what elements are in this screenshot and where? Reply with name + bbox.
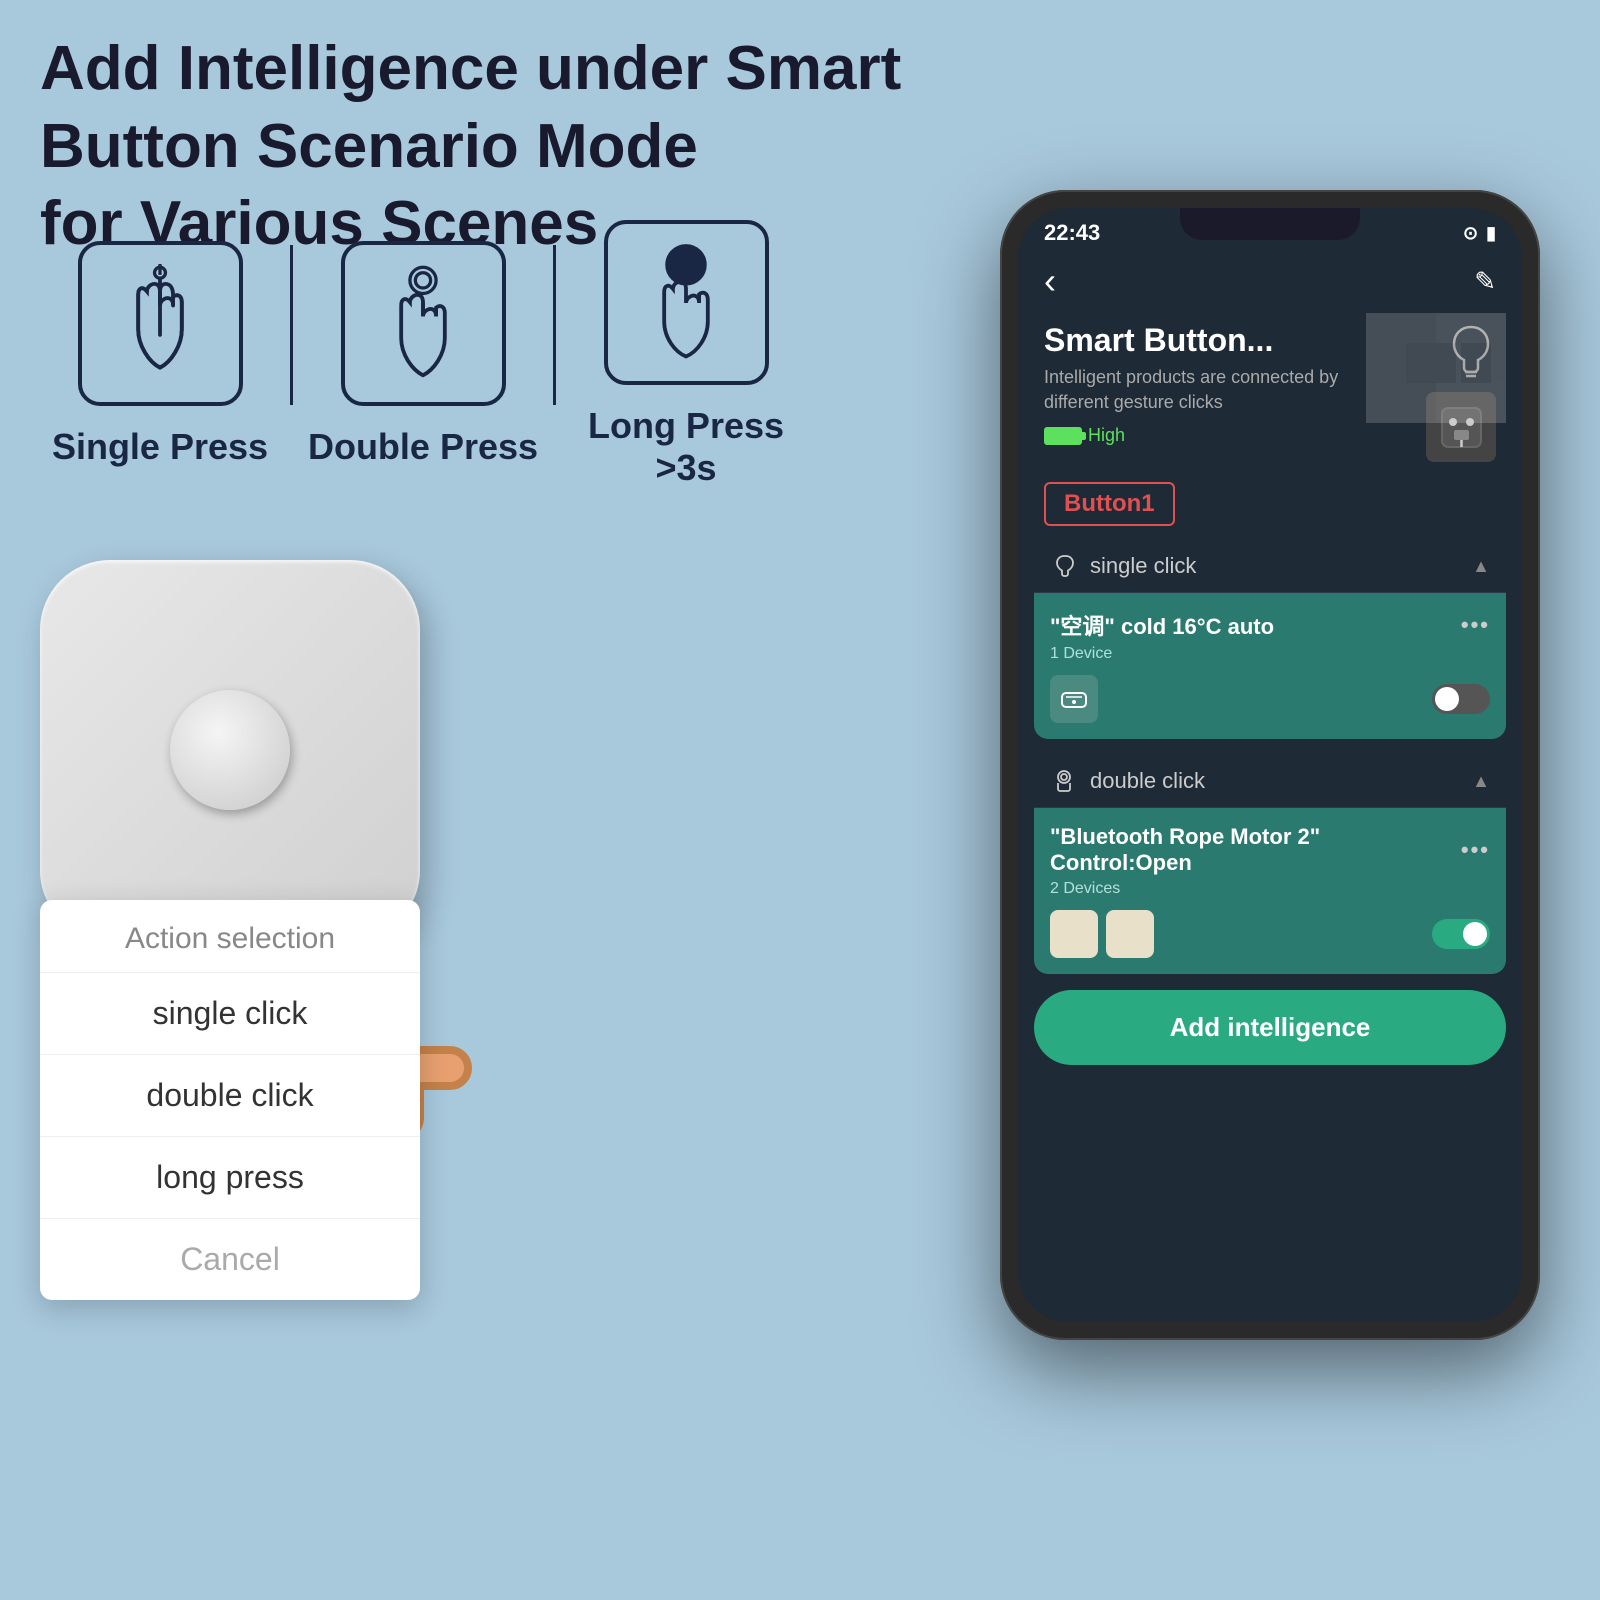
- phone-frame: 22:43 ⊙ ▮ ‹ ✎ Smart Button... Intelligen…: [1000, 190, 1540, 1340]
- double-click-toggle[interactable]: [1432, 919, 1490, 949]
- long-press-icon: [631, 243, 741, 363]
- action-single-click[interactable]: single click: [40, 973, 420, 1055]
- double-click-toggles: [1050, 910, 1490, 958]
- device-info: Smart Button... Intelligent products are…: [1044, 322, 1406, 462]
- single-click-header-left: single click: [1050, 552, 1196, 580]
- single-click-card: "空调" cold 16°C auto ••• 1 Device: [1034, 593, 1506, 739]
- action-popup: Action selection single click double cli…: [40, 900, 420, 1300]
- double-click-icon: [1050, 767, 1078, 795]
- press-type-long: Long Press >3s: [566, 220, 806, 489]
- device-tiles: [1050, 910, 1154, 958]
- phone-notch: [1180, 208, 1360, 240]
- double-press-icon: [368, 264, 478, 384]
- long-press-label: Long Press >3s: [566, 405, 806, 489]
- status-icons: ⊙ ▮: [1463, 223, 1496, 244]
- battery-indicator: High: [1044, 425, 1406, 446]
- wifi-icon: ⊙: [1463, 223, 1478, 244]
- phone-screen: 22:43 ⊙ ▮ ‹ ✎ Smart Button... Intelligen…: [1018, 208, 1522, 1322]
- phone-wrapper: 22:43 ⊙ ▮ ‹ ✎ Smart Button... Intelligen…: [1000, 190, 1540, 1340]
- blind-tile-2: [1106, 910, 1154, 958]
- battery-icon-status: ▮: [1486, 223, 1496, 244]
- double-click-card-sub: 2 Devices: [1050, 880, 1490, 898]
- double-click-header: double click ▲: [1034, 755, 1506, 808]
- single-click-icon: [1050, 552, 1078, 580]
- action-cancel[interactable]: Cancel: [40, 1219, 420, 1300]
- single-click-collapse[interactable]: ▲: [1472, 556, 1490, 577]
- action-double-click[interactable]: double click: [40, 1055, 420, 1137]
- blind-tile-1: [1050, 910, 1098, 958]
- edit-button[interactable]: ✎: [1474, 266, 1496, 297]
- single-click-card-sub: 1 Device: [1050, 645, 1490, 663]
- double-click-header-left: double click: [1050, 767, 1205, 795]
- double-click-card-name: "Bluetooth Rope Motor 2" Control:Open: [1050, 824, 1461, 876]
- device-desc: Intelligent products are connected by di…: [1044, 365, 1406, 415]
- double-press-icon-box: [341, 241, 506, 406]
- single-click-header: single click ▲: [1034, 540, 1506, 593]
- single-click-more[interactable]: •••: [1461, 612, 1490, 638]
- single-press-icon-box: [78, 241, 243, 406]
- room-scene-bg: [1366, 293, 1506, 428]
- press-type-single: Single Press: [40, 241, 280, 468]
- add-intelligence-button[interactable]: Add intelligence: [1034, 990, 1506, 1065]
- double-click-label: double click: [1090, 768, 1205, 794]
- single-click-label: single click: [1090, 553, 1196, 579]
- double-click-more[interactable]: •••: [1461, 837, 1490, 863]
- single-press-label: Single Press: [52, 426, 268, 468]
- single-click-card-title: "空调" cold 16°C auto •••: [1050, 609, 1490, 641]
- battery-level: High: [1088, 425, 1125, 446]
- battery-icon-green: [1044, 427, 1082, 445]
- double-click-card-title: "Bluetooth Rope Motor 2" Control:Open ••…: [1050, 824, 1490, 876]
- button1-label: Button1: [1044, 482, 1175, 526]
- double-press-label: Double Press: [308, 426, 538, 468]
- press-type-double: Double Press: [303, 241, 543, 468]
- long-press-icon-box: [604, 220, 769, 385]
- back-button[interactable]: ‹: [1044, 260, 1056, 302]
- double-click-collapse[interactable]: ▲: [1472, 771, 1490, 792]
- device-name: Smart Button...: [1044, 322, 1406, 359]
- single-click-toggle[interactable]: [1432, 684, 1490, 714]
- action-long-press[interactable]: long press: [40, 1137, 420, 1219]
- single-press-icon: [105, 264, 215, 384]
- single-click-section: single click ▲ "空调" cold 16°C auto ••• 1…: [1034, 540, 1506, 739]
- divider-1: [290, 245, 293, 405]
- press-types-row: Single Press Double Press: [40, 220, 806, 489]
- action-popup-title: Action selection: [40, 900, 420, 973]
- divider-2: [553, 245, 556, 405]
- double-click-card: "Bluetooth Rope Motor 2" Control:Open ••…: [1034, 808, 1506, 974]
- single-click-toggles: [1050, 675, 1490, 723]
- ac-tile: [1050, 675, 1098, 723]
- single-click-card-name: "空调" cold 16°C auto: [1050, 609, 1274, 641]
- status-time: 22:43: [1044, 220, 1100, 246]
- double-click-section: double click ▲ "Bluetooth Rope Motor 2" …: [1034, 755, 1506, 974]
